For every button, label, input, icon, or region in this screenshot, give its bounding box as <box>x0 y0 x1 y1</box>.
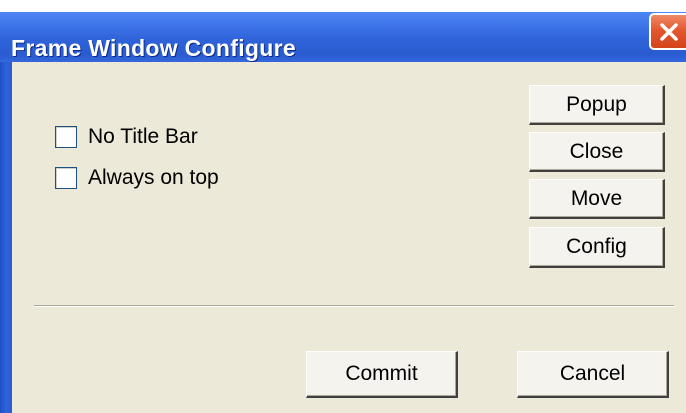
always-on-top-checkbox[interactable] <box>55 167 77 189</box>
top-strip <box>0 0 686 12</box>
window-title: Frame Window Configure <box>11 35 296 61</box>
commit-button[interactable]: Commit <box>306 351 458 398</box>
close-button[interactable]: Close <box>529 132 665 172</box>
window-left-border <box>0 62 12 413</box>
checkbox-row-no-title-bar[interactable]: No Title Bar <box>55 125 198 149</box>
no-title-bar-checkbox[interactable] <box>55 126 77 148</box>
no-title-bar-label: No Title Bar <box>88 125 198 148</box>
separator <box>34 305 674 307</box>
always-on-top-label: Always on top <box>88 166 219 189</box>
dialog-window: Frame Window Configure No Title Bar Alwa… <box>0 0 686 413</box>
cancel-button[interactable]: Cancel <box>517 351 669 398</box>
popup-button[interactable]: Popup <box>529 85 665 125</box>
title-bar[interactable]: Frame Window Configure <box>0 12 686 62</box>
close-window-button[interactable] <box>649 13 686 50</box>
dialog-client-area: No Title Bar Always on top Popup Close M… <box>12 62 686 413</box>
close-icon <box>659 22 678 41</box>
config-button[interactable]: Config <box>529 227 665 268</box>
checkbox-row-always-on-top[interactable]: Always on top <box>55 166 219 190</box>
move-button[interactable]: Move <box>529 179 665 219</box>
